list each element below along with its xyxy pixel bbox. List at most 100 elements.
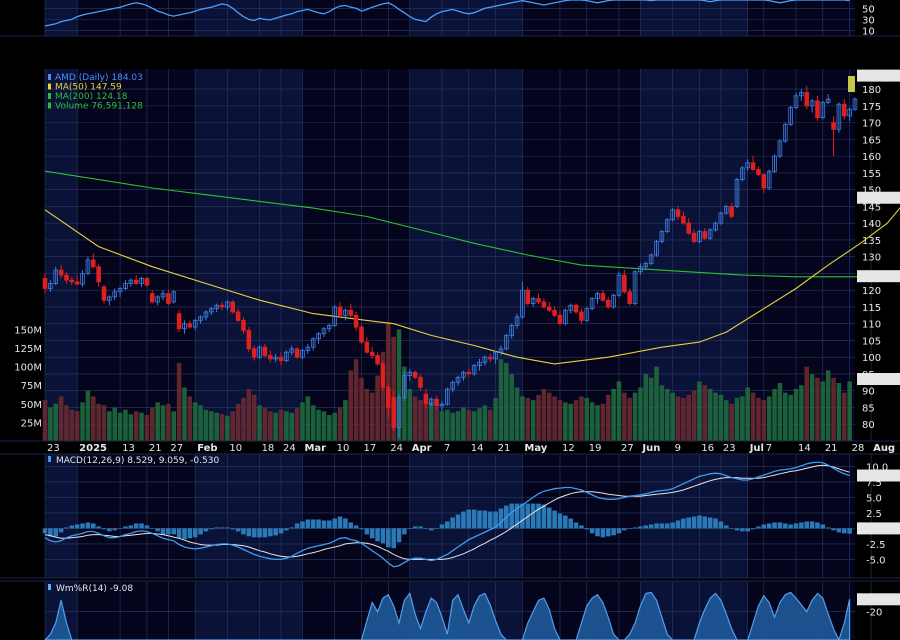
candle-body (166, 293, 171, 304)
candle-body (150, 293, 155, 303)
top-panel-y-tick: 30 (862, 15, 875, 26)
macd-histogram-bar (799, 522, 804, 529)
candle-body (557, 314, 563, 325)
macd-histogram-bar (600, 528, 606, 538)
macd-histogram-bar (579, 525, 584, 529)
volume-bar (128, 414, 134, 441)
volume-bar (579, 396, 584, 441)
volume-bar (219, 414, 225, 441)
volume-bar (681, 397, 686, 441)
volume-bar (300, 402, 305, 441)
price-y-tick: 135 (862, 236, 881, 247)
volume-bar (546, 392, 552, 441)
candle-body (364, 341, 370, 353)
x-axis-label: 9 (675, 443, 681, 454)
macd-histogram-bar (632, 527, 638, 529)
x-axis-label: 10 (337, 443, 350, 454)
macd-histogram-bar (214, 527, 219, 529)
legend-swatch (48, 584, 51, 590)
macd-histogram-bar (369, 528, 375, 539)
macd-histogram-bar (428, 528, 434, 531)
candle-body (841, 103, 847, 117)
volume-bar (225, 415, 230, 441)
macd-histogram-bar (750, 528, 756, 530)
macd-histogram-bar (101, 528, 107, 530)
volume-bar (740, 396, 745, 441)
volume-bar (187, 396, 193, 441)
volume-bar (729, 403, 734, 441)
macd-histogram-bar (192, 528, 198, 538)
volume-bar (793, 388, 799, 441)
volume-bar (241, 397, 246, 441)
volume-bar (64, 405, 69, 441)
macd-histogram-bar (187, 528, 193, 539)
macd-histogram-bar (364, 528, 370, 535)
macd-histogram-bar (294, 523, 300, 529)
volume-bar (654, 366, 659, 441)
macd-y-tick: -5.0 (866, 555, 886, 566)
macd-histogram-bar (166, 528, 171, 535)
macd-histogram-bar (520, 503, 525, 529)
volume-bar (514, 387, 520, 441)
volume-bar (622, 392, 627, 441)
x-axis-label: Feb (197, 443, 217, 454)
macd-histogram-bar (289, 527, 295, 529)
macd-histogram-bar (707, 517, 713, 529)
last-price-marker (848, 76, 855, 92)
volume-bar (53, 403, 59, 441)
volume-bar (171, 411, 177, 441)
candle-body (369, 351, 375, 356)
volume-bar (123, 409, 128, 441)
volume-bar (101, 405, 107, 441)
volume-bar (428, 402, 434, 441)
volume-bar (423, 405, 429, 441)
volume-bar (836, 382, 842, 441)
price-y-tick: 170 (862, 119, 881, 130)
macd-histogram-bar (788, 524, 793, 529)
volume-bar (160, 405, 166, 441)
macd-histogram-bar (284, 528, 289, 531)
x-axis-label: 7 (766, 443, 772, 454)
price-legend-entry: MA(50) 147.59 (55, 83, 122, 93)
legend-swatch (48, 74, 51, 80)
volume-bar (80, 402, 85, 441)
volume-bar (782, 392, 788, 441)
macd-histogram-bar (396, 528, 402, 543)
macd-histogram-bar (702, 516, 708, 529)
macd-histogram-bar (53, 528, 59, 537)
macd-histogram-bar (461, 511, 466, 529)
volume-bar (627, 397, 632, 441)
macd-histogram-bar (643, 525, 649, 529)
x-axis-label: 24 (390, 443, 403, 454)
macd-histogram-bar (42, 528, 48, 534)
volume-bar (734, 397, 740, 441)
macd-histogram-bar (230, 528, 236, 530)
macd-histogram-bar (375, 528, 380, 542)
macd-histogram-bar (723, 525, 729, 529)
top-panel-y-tick: 50 (862, 4, 875, 15)
volume-bar (268, 411, 273, 441)
volume-bar (552, 396, 557, 441)
macd-histogram-bar (445, 521, 450, 529)
macd-histogram-bar (756, 526, 761, 529)
x-axis-label: 18 (262, 443, 275, 454)
volume-bar (42, 400, 48, 441)
macd-histogram-bar (423, 528, 429, 529)
x-axis-label: 7 (444, 443, 450, 454)
volume-bar (150, 407, 155, 441)
volume-bar (675, 396, 681, 441)
volume-bar (541, 388, 547, 441)
candle-body (750, 162, 756, 170)
candle-body (702, 231, 708, 239)
macd-hist-value-label: -0.530 (858, 524, 890, 535)
volume-bar (182, 387, 187, 441)
macd-histogram-bar (96, 526, 101, 529)
volume-bar (90, 396, 96, 441)
macd-histogram-bar (268, 528, 273, 537)
macd-histogram-bar (123, 526, 128, 529)
candle-body (686, 222, 691, 234)
candle-body (729, 206, 734, 217)
macd-histogram-bar (740, 528, 745, 532)
volume-bar (198, 405, 203, 441)
candle-body (622, 274, 627, 293)
